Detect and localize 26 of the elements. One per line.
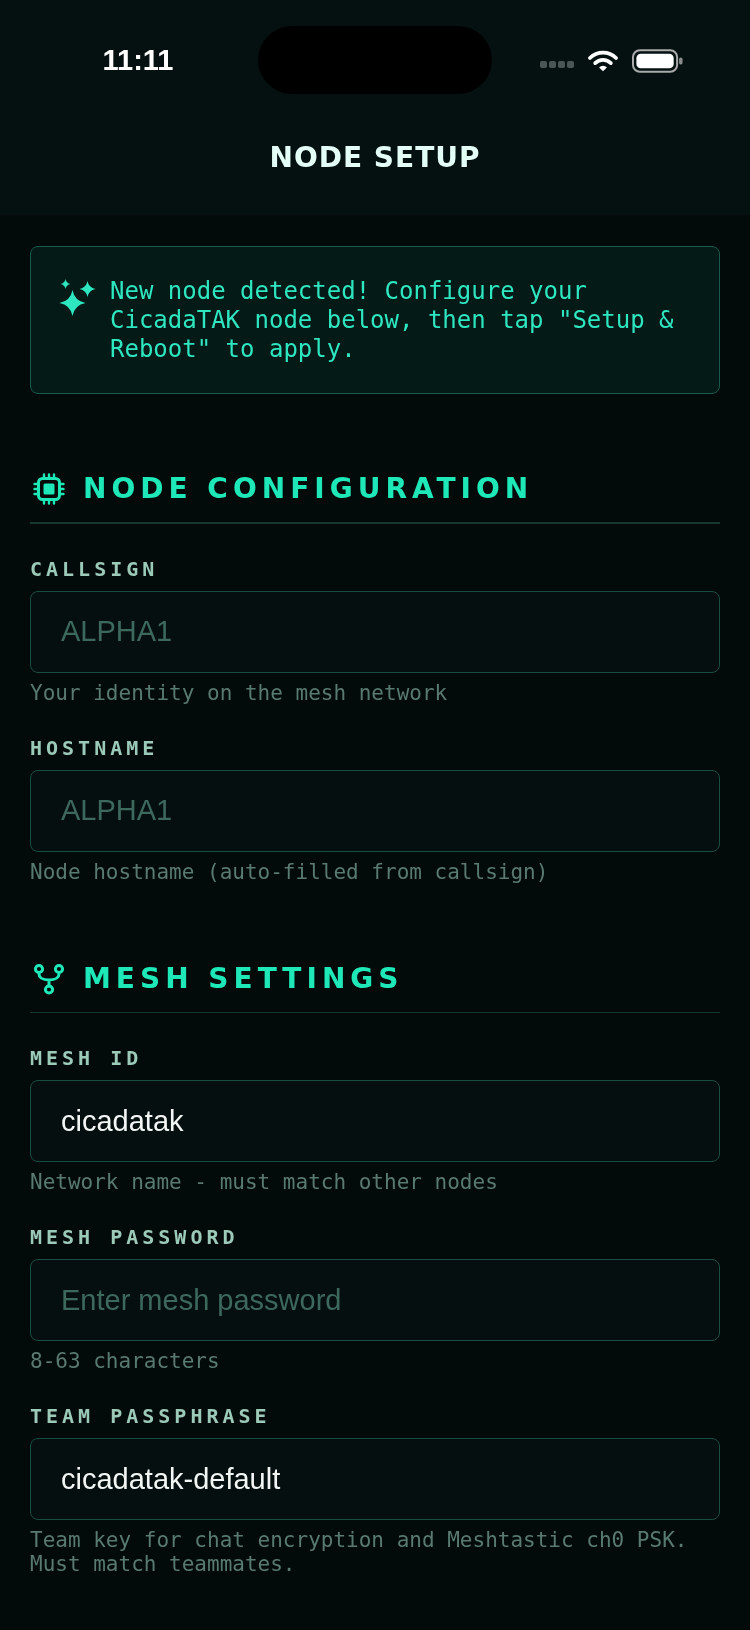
battery-icon xyxy=(632,48,683,73)
screen-title: NODE SETUP xyxy=(269,141,481,175)
field-hint: Node hostname (auto-filled from callsign) xyxy=(30,859,549,884)
text-input[interactable]: ALPHA1 xyxy=(30,590,720,673)
banner-message: New node detected! Configure your CicadaTAK node below, then tap "Setup & Reboot" to apply. xyxy=(110,277,675,364)
field-label: CALLSIGN xyxy=(30,556,159,581)
text-input[interactable]: Enter mesh password xyxy=(30,1259,720,1341)
field-hint: Network name - must match other nodes xyxy=(30,1170,498,1194)
text-input[interactable]: cicadatak xyxy=(30,1080,720,1162)
branch-icon xyxy=(33,962,65,995)
text-input[interactable]: cicadatak-default xyxy=(30,1438,720,1520)
field-label: MESH PASSWORD xyxy=(30,1225,239,1249)
sparkles-icon xyxy=(59,279,97,317)
field-label: TEAM PASSPHRASE xyxy=(30,1404,271,1428)
section-title: NODE CONFIGURATION xyxy=(83,472,534,506)
field-label: HOSTNAME xyxy=(30,735,159,760)
cellular-signal-icon xyxy=(540,61,574,68)
field-hint: Your identity on the mesh network xyxy=(30,680,448,705)
chip-icon xyxy=(33,473,65,505)
section-title: MESH SETTINGS xyxy=(83,961,404,996)
field-hint: Team key for chat encryption and Meshtastic ch0 PSK. Must match teammates. xyxy=(30,1528,689,1576)
wifi-icon xyxy=(588,49,618,72)
field-label: MESH ID xyxy=(30,1046,143,1070)
field-hint: 8-63 characters xyxy=(30,1349,220,1373)
text-input[interactable]: ALPHA1 xyxy=(30,769,720,852)
status-time: 11:11 xyxy=(102,43,174,77)
